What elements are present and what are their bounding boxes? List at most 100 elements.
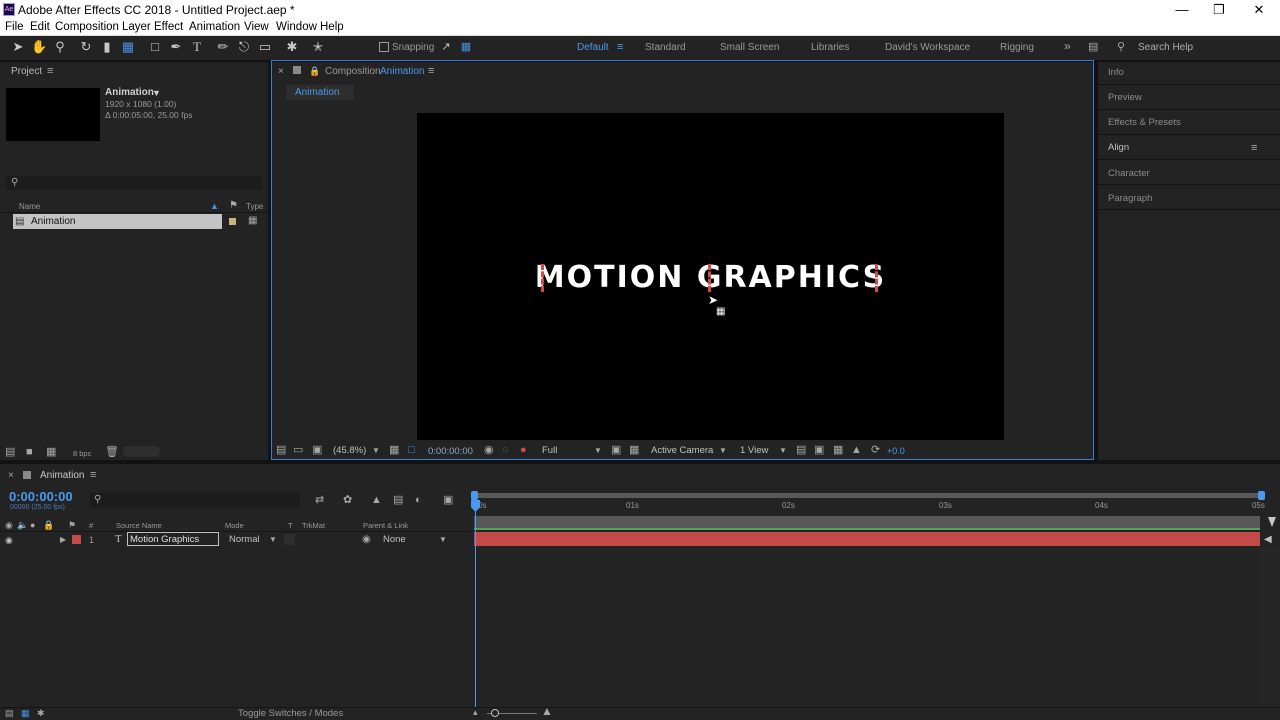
- blend-mode-dropdown[interactable]: Normal: [229, 534, 260, 545]
- workspace-panel-icon[interactable]: ▤: [1088, 41, 1098, 53]
- pick-whip-icon[interactable]: ◉: [362, 534, 371, 546]
- transfer-controls-icon[interactable]: ▦: [21, 707, 30, 719]
- anchor-point-handle[interactable]: [708, 264, 714, 292]
- selection-tool-icon[interactable]: ➤: [10, 39, 26, 55]
- layer-visibility-eye-icon[interactable]: ◉: [5, 534, 13, 546]
- chevron-down-icon[interactable]: ▼: [594, 445, 602, 457]
- minimize-button[interactable]: —: [1162, 0, 1202, 20]
- workspace-standard[interactable]: Standard: [645, 42, 686, 53]
- timeline-search-input[interactable]: [90, 493, 300, 507]
- label-tag-icon[interactable]: ⚑: [68, 519, 76, 531]
- comp-dropdown-icon[interactable]: ▼: [152, 87, 161, 99]
- more-workspaces-icon[interactable]: »: [1064, 40, 1071, 52]
- col-type[interactable]: Type: [246, 202, 263, 211]
- menu-window[interactable]: Window: [276, 21, 317, 33]
- label-color-swatch[interactable]: [229, 218, 236, 225]
- type-tool-icon[interactable]: T: [189, 39, 205, 55]
- menu-file[interactable]: File: [5, 21, 24, 33]
- zoom-tool-icon[interactable]: ⚲: [52, 39, 68, 55]
- preserve-transparency-checkbox[interactable]: [284, 534, 295, 545]
- mask-visibility-icon[interactable]: □: [408, 444, 415, 456]
- pen-tool-icon[interactable]: ✒: [168, 39, 184, 55]
- col-name[interactable]: Name: [19, 202, 40, 211]
- color-channels-icon[interactable]: ●: [520, 444, 527, 456]
- menu-edit[interactable]: Edit: [30, 21, 50, 33]
- camera-tool-icon[interactable]: ▮: [99, 39, 115, 55]
- bpc-indicator[interactable]: 8 bpc: [73, 449, 91, 458]
- close-button[interactable]: ✕: [1239, 0, 1279, 20]
- panel-menu-icon[interactable]: ≡: [428, 65, 434, 77]
- region-of-interest-icon[interactable]: ▣: [611, 444, 621, 456]
- zoom-in-icon[interactable]: ▲: [541, 705, 553, 717]
- thumbnail-slider[interactable]: [123, 446, 160, 457]
- vr-icon[interactable]: ▣: [312, 444, 322, 456]
- workspace-default[interactable]: Default: [577, 42, 609, 53]
- snap-edges-icon[interactable]: ↗: [438, 39, 454, 55]
- info-panel-tab[interactable]: Info: [1108, 67, 1124, 78]
- character-panel-tab[interactable]: Character: [1108, 168, 1150, 179]
- sort-ascending-icon[interactable]: ▲: [210, 200, 219, 212]
- menu-help[interactable]: Help: [320, 21, 344, 33]
- resolution-dropdown[interactable]: Full: [542, 445, 557, 456]
- exposure-reset-icon[interactable]: ⟳: [871, 444, 880, 456]
- shy-layers-icon[interactable]: ▲: [371, 494, 382, 506]
- interpret-footage-icon[interactable]: ▤: [5, 446, 15, 458]
- in-out-stretch-icon[interactable]: ✱: [37, 707, 45, 719]
- chevron-down-icon[interactable]: ▼: [719, 445, 727, 457]
- grid-overlay-icon[interactable]: ▦: [389, 444, 399, 456]
- text-bounding-handle-left[interactable]: [541, 264, 547, 292]
- timeline-current-time[interactable]: 0:00:00:00: [9, 489, 73, 504]
- workspace-rigging[interactable]: Rigging: [1000, 42, 1034, 53]
- label-tag-icon[interactable]: ⚑: [229, 200, 238, 212]
- eraser-tool-icon[interactable]: ▭: [257, 39, 273, 55]
- solo-icon[interactable]: ●: [30, 519, 35, 531]
- effects-presets-panel-tab[interactable]: Effects & Presets: [1108, 117, 1181, 128]
- layer-duration-bar[interactable]: [474, 532, 1260, 546]
- roto-brush-tool-icon[interactable]: ✱: [284, 39, 300, 55]
- workspace-menu-icon[interactable]: ≡: [617, 41, 623, 53]
- close-tab-icon[interactable]: ×: [8, 470, 14, 482]
- flowchart-icon[interactable]: ▲: [851, 444, 862, 456]
- draft-3d-icon[interactable]: ✿: [343, 494, 352, 506]
- panel-menu-icon[interactable]: ≡: [47, 65, 53, 77]
- lock-icon[interactable]: 🔒: [309, 65, 320, 77]
- frame-blending-icon[interactable]: ▤: [393, 494, 403, 506]
- brush-tool-icon[interactable]: ✏: [215, 39, 231, 55]
- chevron-down-icon[interactable]: ▼: [269, 534, 277, 546]
- new-composition-icon[interactable]: ▦: [46, 446, 56, 458]
- layer-label-color[interactable]: [72, 535, 81, 544]
- maximize-button[interactable]: ❐: [1199, 0, 1239, 20]
- project-tab[interactable]: Project: [11, 66, 42, 77]
- timeline-icon[interactable]: ▦: [833, 444, 843, 456]
- text-bounding-handle-right[interactable]: [875, 264, 881, 292]
- toggle-switches-modes[interactable]: Toggle Switches / Modes: [238, 708, 343, 719]
- panel-menu-icon[interactable]: ≡: [90, 469, 96, 481]
- layer-switches-icon[interactable]: ▤: [5, 707, 14, 719]
- clone-stamp-tool-icon[interactable]: ⎋: [236, 39, 252, 55]
- hand-tool-icon[interactable]: ✋: [31, 39, 47, 55]
- display-icon[interactable]: ▭: [293, 444, 303, 456]
- project-search-input[interactable]: [6, 176, 262, 190]
- close-tab-icon[interactable]: ×: [278, 66, 284, 78]
- workspace-libraries[interactable]: Libraries: [811, 42, 849, 53]
- composition-name[interactable]: Animation: [380, 66, 424, 77]
- zoom-out-icon[interactable]: ▴: [473, 706, 478, 718]
- snapshot-camera-icon[interactable]: ◉: [484, 444, 494, 456]
- pan-behind-tool-icon[interactable]: ▦: [120, 39, 136, 55]
- chevron-down-icon[interactable]: ▼: [439, 534, 447, 546]
- menu-animation[interactable]: Animation: [189, 21, 240, 33]
- lock-icon[interactable]: 🔒: [43, 519, 54, 531]
- fast-preview-icon[interactable]: ▣: [814, 444, 824, 456]
- comp-marker-bin-icon[interactable]: ◀: [1264, 534, 1272, 546]
- time-navigator-bar[interactable]: [474, 493, 1264, 498]
- transparency-grid-icon[interactable]: ▦: [629, 444, 639, 456]
- chevron-down-icon[interactable]: ▼: [372, 445, 380, 457]
- camera-view-dropdown[interactable]: Active Camera: [651, 445, 713, 456]
- comp-tab-name[interactable]: Animation: [295, 87, 339, 98]
- video-eye-icon[interactable]: ◉: [5, 519, 13, 531]
- snapping-checkbox[interactable]: [379, 42, 389, 52]
- motion-blur-icon[interactable]: ◐: [415, 494, 422, 506]
- graph-editor-icon[interactable]: ▣: [443, 494, 453, 506]
- menu-view[interactable]: View: [244, 21, 269, 33]
- new-folder-icon[interactable]: ■: [26, 446, 33, 458]
